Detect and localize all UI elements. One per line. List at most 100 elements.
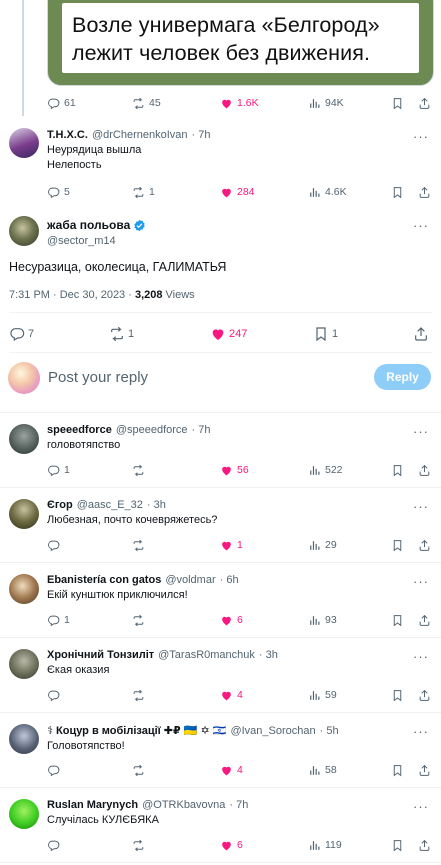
views-button[interactable]: 4.6K <box>308 186 390 199</box>
more-options-icon[interactable]: ··· <box>413 424 429 439</box>
more-options-icon[interactable]: ··· <box>413 649 429 664</box>
views-button[interactable]: 93 <box>308 614 390 627</box>
reply-tweet[interactable]: speeedforce @speeedforce · 7h головотяпс… <box>47 424 427 453</box>
timestamp[interactable]: · 3h <box>147 499 166 511</box>
more-options-icon[interactable]: ··· <box>413 129 429 144</box>
share-icon[interactable] <box>418 539 431 552</box>
display-name[interactable]: жаба польова <box>47 218 130 232</box>
bookmark-icon[interactable] <box>391 539 404 552</box>
quoted-image-card[interactable]: Возле универмага «Белгород» лежит челове… <box>47 0 434 86</box>
repost-button[interactable]: 1 <box>109 326 210 342</box>
reply-button[interactable]: 61 <box>47 97 132 110</box>
reply-tweet[interactable]: Єгор @aasc_E_32 · 3h Любезная, почто коч… <box>47 499 427 528</box>
repost-button[interactable]: 45 <box>132 97 220 110</box>
reply-button[interactable] <box>47 764 132 777</box>
timestamp[interactable]: · 7h <box>229 799 248 811</box>
reply-tweet-thnxc[interactable]: Т.Н.Х.С. @drChernenkoIvan · 7h Неурядица… <box>47 129 427 173</box>
reply-button[interactable]: 1 <box>47 614 132 627</box>
display-name[interactable]: Т.Н.Х.С. <box>47 129 88 141</box>
bookmark-icon[interactable] <box>391 689 404 702</box>
share-icon[interactable] <box>418 186 431 199</box>
handle[interactable]: @drChernenkoIvan <box>92 129 188 141</box>
reply-input[interactable]: Post your reply <box>48 369 148 386</box>
display-name[interactable]: Ebanistería con gatos <box>47 574 161 586</box>
share-button[interactable] <box>413 326 429 342</box>
repost-button[interactable] <box>132 764 220 777</box>
repost-button[interactable] <box>132 614 220 627</box>
like-button[interactable]: 56 <box>220 464 308 477</box>
like-button[interactable]: 1 <box>220 539 308 552</box>
display-name[interactable]: Єгор <box>47 499 73 511</box>
reply-button[interactable]: 5 <box>47 186 132 199</box>
repost-button[interactable] <box>132 839 220 852</box>
handle[interactable]: @aasc_E_32 <box>77 499 143 511</box>
views-button[interactable]: 29 <box>308 539 390 552</box>
avatar[interactable] <box>9 424 39 454</box>
views-button[interactable]: 522 <box>308 464 390 477</box>
reply-tweet[interactable]: Хронічний Тонзиліт @TarasR0manchuk · 3h … <box>47 649 427 678</box>
repost-button[interactable]: 1 <box>132 186 220 199</box>
like-button[interactable]: 6 <box>220 839 308 852</box>
repost-button[interactable] <box>132 539 220 552</box>
bookmark-icon[interactable] <box>391 464 404 477</box>
like-button[interactable]: 247 <box>210 326 313 342</box>
like-button[interactable]: 1.6K <box>220 97 308 110</box>
repost-button[interactable] <box>132 464 220 477</box>
post-timestamp[interactable]: 7:31 PM · Dec 30, 2023 · <box>9 289 135 301</box>
reply-button[interactable] <box>47 839 132 852</box>
timestamp[interactable]: · 3h <box>259 649 278 661</box>
timestamp[interactable]: · 6h <box>220 574 239 586</box>
bookmark-icon[interactable] <box>391 97 404 110</box>
share-icon[interactable] <box>418 614 431 627</box>
more-options-icon[interactable]: ··· <box>413 499 429 514</box>
avatar[interactable] <box>9 799 39 829</box>
reply-submit-button[interactable]: Reply <box>374 364 431 390</box>
share-icon[interactable] <box>418 464 431 477</box>
handle[interactable]: @voldmar <box>165 574 215 586</box>
avatar[interactable] <box>9 724 39 754</box>
display-name[interactable]: speeedforce <box>47 424 112 436</box>
like-button[interactable]: 284 <box>220 186 308 199</box>
reply-button[interactable] <box>47 689 132 702</box>
views-button[interactable]: 94K <box>308 97 390 110</box>
repost-button[interactable] <box>132 689 220 702</box>
bookmark-icon[interactable] <box>391 839 404 852</box>
timestamp[interactable]: · 7h <box>192 424 211 436</box>
reply-button[interactable] <box>47 539 132 552</box>
avatar[interactable] <box>9 649 39 679</box>
handle[interactable]: @TarasR0manchuk <box>158 649 255 661</box>
share-icon[interactable] <box>418 97 431 110</box>
reply-tweet[interactable]: ⚕ Коцур в мобілізації ✚₽ 🇺🇦 ✡ 🇮🇱 @Ivan_S… <box>47 724 427 754</box>
avatar[interactable] <box>8 362 40 394</box>
avatar[interactable] <box>9 499 39 529</box>
views-button[interactable]: 59 <box>308 689 390 702</box>
timestamp[interactable]: · 7h <box>192 129 211 141</box>
more-options-icon[interactable]: ··· <box>413 574 429 589</box>
handle[interactable]: @sector_m14 <box>47 235 146 247</box>
display-name[interactable]: Ruslan Marynych <box>47 799 138 811</box>
more-options-icon[interactable]: ··· <box>413 799 429 814</box>
bookmark-icon[interactable] <box>391 614 404 627</box>
like-button[interactable]: 4 <box>220 689 308 702</box>
display-name[interactable]: Хронічний Тонзиліт <box>47 649 154 661</box>
avatar[interactable] <box>9 128 39 158</box>
bookmark-icon[interactable] <box>391 186 404 199</box>
like-button[interactable]: 4 <box>220 764 308 777</box>
share-icon[interactable] <box>418 764 431 777</box>
like-button[interactable]: 6 <box>220 614 308 627</box>
reply-tweet[interactable]: Ruslan Marynych @OTRKbavovna · 7h Случіл… <box>47 799 427 828</box>
handle[interactable]: @OTRKbavovna <box>142 799 225 811</box>
views-button[interactable]: 119 <box>308 839 390 852</box>
reply-button[interactable]: 7 <box>9 326 109 342</box>
reply-tweet[interactable]: Ebanistería con gatos @voldmar · 6h Екій… <box>47 574 427 603</box>
timestamp[interactable]: · 5h <box>320 725 339 737</box>
more-options-icon[interactable]: ··· <box>413 218 429 233</box>
more-options-icon[interactable]: ··· <box>413 724 429 739</box>
avatar[interactable] <box>9 574 39 604</box>
display-name[interactable]: ⚕ Коцур в мобілізації ✚₽ 🇺🇦 ✡ 🇮🇱 <box>47 724 226 737</box>
handle[interactable]: @Ivan_Sorochan <box>230 725 315 737</box>
share-icon[interactable] <box>418 689 431 702</box>
views-button[interactable]: 58 <box>308 764 390 777</box>
handle[interactable]: @speeedforce <box>116 424 188 436</box>
share-icon[interactable] <box>418 839 431 852</box>
